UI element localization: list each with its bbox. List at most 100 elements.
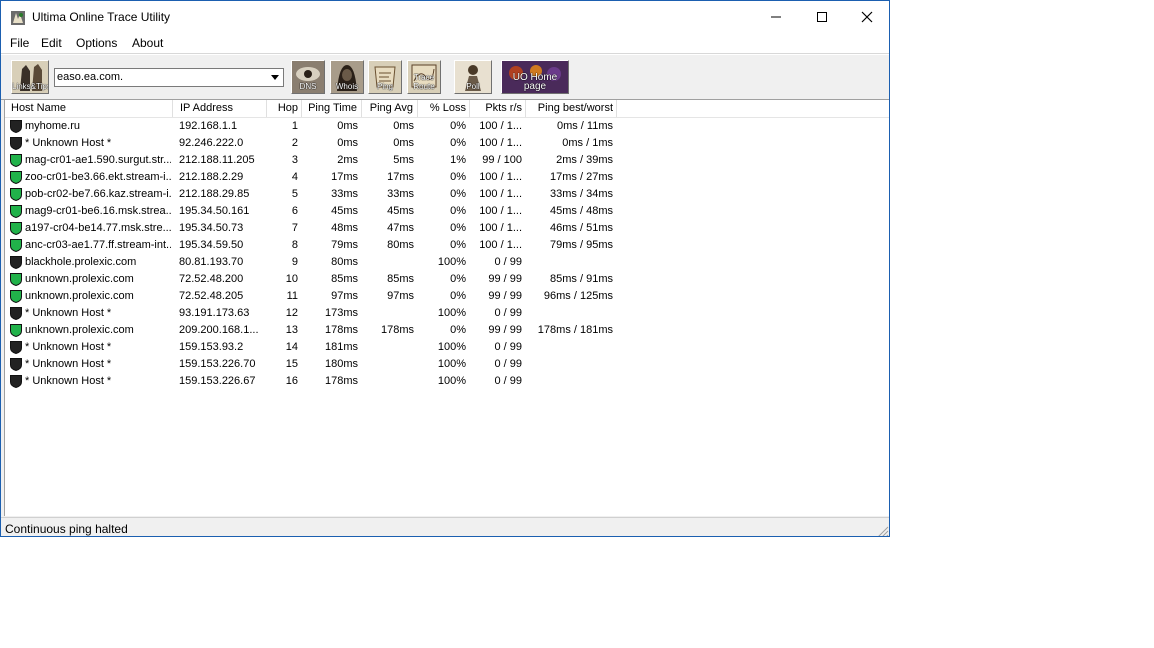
- cell-ip-address: 159.153.226.70: [179, 358, 256, 370]
- cell-hop: 1: [291, 120, 298, 132]
- cell-hop: 6: [291, 205, 298, 217]
- cell-hop: 16: [285, 375, 298, 387]
- cell-ip-address: 195.34.50.161: [179, 205, 250, 217]
- cell-ip-address: 93.191.173.63: [179, 307, 250, 319]
- cell-pkts: 0 / 99: [494, 307, 522, 319]
- column-pkts[interactable]: Pkts r/s: [470, 100, 526, 117]
- poll-caption: Poll: [466, 82, 480, 91]
- cell-pkts: 99 / 99: [488, 290, 522, 302]
- cell-ping-best-worst: 0ms / 11ms: [556, 120, 613, 132]
- column-ip-address[interactable]: IP Address: [173, 100, 267, 117]
- poll-button[interactable]: Poll: [454, 60, 492, 94]
- menu-about[interactable]: About: [132, 36, 163, 50]
- cell-ping-avg: 33ms: [387, 188, 414, 200]
- cell-ip-address: 195.34.59.50: [179, 239, 244, 251]
- table-row[interactable]: mag9-cr01-be6.16.msk.strea... 195.34.50.1…: [5, 203, 625, 220]
- close-button[interactable]: [844, 1, 889, 33]
- cell-ping-time: 33ms: [331, 188, 358, 200]
- cell-ip-address: 80.81.193.70: [179, 256, 244, 268]
- cell-host-name: unknown.prolexic.com: [25, 273, 134, 285]
- cell-pkts: 100 / 1...: [479, 171, 522, 183]
- cell-ping-avg: [362, 356, 414, 373]
- menu-edit[interactable]: Edit: [41, 36, 62, 50]
- status-text: Continuous ping halted: [5, 522, 128, 536]
- cell-loss: 100%: [437, 307, 466, 319]
- table-row[interactable]: * Unknown Host * 159.153.226.67 16 178ms 100…: [5, 373, 625, 390]
- table-row[interactable]: mag-cr01-ae1.590.surgut.str... 212.188.11…: [5, 152, 625, 169]
- column-loss[interactable]: % Loss: [418, 100, 470, 117]
- cell-ip-address: 212.188.29.85: [179, 188, 250, 200]
- maximize-button[interactable]: [799, 1, 845, 33]
- trace-table[interactable]: Host Name IP Address Hop Ping Time Ping …: [4, 99, 889, 516]
- column-hop[interactable]: Hop: [267, 100, 302, 117]
- cell-pkts: 100 / 1...: [479, 137, 522, 149]
- dns-button[interactable]: DNS: [291, 60, 325, 94]
- cell-pkts: 99 / 99: [488, 273, 522, 285]
- cell-ip-address: 195.34.50.73: [179, 222, 244, 234]
- cell-pkts: 100 / 1...: [479, 188, 522, 200]
- chevron-down-icon[interactable]: [267, 70, 282, 85]
- whois-button[interactable]: Whois: [330, 60, 364, 94]
- column-ping-best-worst[interactable]: Ping best/worst: [526, 100, 617, 117]
- cell-pkts: 0 / 99: [494, 256, 522, 268]
- host-combobox[interactable]: easo.ea.com.: [54, 68, 284, 87]
- window-title: Ultima Online Trace Utility: [32, 10, 171, 24]
- cell-ping-time: 48ms: [331, 222, 358, 234]
- table-row[interactable]: * Unknown Host * 159.153.93.2 14 181ms 100% 0…: [5, 339, 625, 356]
- cell-ip-address: 209.200.168.1...: [179, 324, 259, 336]
- cell-hop: 13: [285, 324, 298, 336]
- cell-ping-best-worst: 79ms / 95ms: [550, 239, 613, 251]
- cell-host-name: unknown.prolexic.com: [25, 324, 134, 336]
- uo-home-page-button[interactable]: UO Home page: [501, 60, 569, 94]
- menu-file[interactable]: File: [10, 36, 29, 50]
- column-ping-avg[interactable]: Ping Avg: [362, 100, 418, 117]
- table-row[interactable]: anc-cr03-ae1.77.ff.stream-int... 195.34.5…: [5, 237, 625, 254]
- cell-ping-avg: 5ms: [393, 154, 414, 166]
- cell-ping-avg: 47ms: [387, 222, 414, 234]
- table-row[interactable]: a197-cr04-be14.77.msk.stre... 195.34.50.7…: [5, 220, 625, 237]
- cell-ping-time: 85ms: [331, 273, 358, 285]
- column-ping-time[interactable]: Ping Time: [302, 100, 362, 117]
- table-row[interactable]: myhome.ru 192.168.1.1 1 0ms 0ms 0% 100 / 1... 0…: [5, 118, 625, 135]
- table-row[interactable]: * Unknown Host * 93.191.173.63 12 173ms 100%…: [5, 305, 625, 322]
- ping-button[interactable]: Ping: [368, 60, 402, 94]
- cell-ping-avg: 178ms: [380, 324, 414, 336]
- cell-ip-address: 159.153.226.67: [179, 375, 256, 387]
- table-row[interactable]: unknown.prolexic.com 209.200.168.1... 13 17…: [5, 322, 625, 339]
- resize-grip-icon[interactable]: [875, 524, 889, 537]
- table-row[interactable]: zoo-cr01-be3.66.ekt.stream-i... 212.188.2…: [5, 169, 625, 186]
- table-row[interactable]: * Unknown Host * 159.153.226.70 15 180ms 100…: [5, 356, 625, 373]
- cell-host-name: * Unknown Host *: [25, 375, 112, 387]
- cell-host-name: unknown.prolexic.com: [25, 290, 134, 302]
- green-shield-icon: [10, 222, 22, 235]
- menu-options[interactable]: Options: [76, 36, 117, 50]
- cell-loss: 0%: [450, 239, 466, 251]
- table-row[interactable]: unknown.prolexic.com 72.52.48.205 11 97ms 97…: [5, 288, 625, 305]
- cell-pkts: 100 / 1...: [479, 205, 522, 217]
- table-header: Host Name IP Address Hop Ping Time Ping …: [5, 100, 889, 118]
- cell-loss: 0%: [450, 171, 466, 183]
- cell-loss: 0%: [450, 324, 466, 336]
- cell-ping-time: 180ms: [324, 358, 358, 370]
- black-shield-icon: [10, 137, 22, 150]
- green-shield-icon: [10, 205, 22, 218]
- title-bar[interactable]: Ultima Online Trace Utility: [1, 1, 889, 33]
- cell-ping-best-worst: 33ms / 34ms: [550, 188, 613, 200]
- table-row[interactable]: unknown.prolexic.com 72.52.48.200 10 85ms 85…: [5, 271, 625, 288]
- table-row[interactable]: * Unknown Host * 92.246.222.0 2 0ms 0ms 0% 100…: [5, 135, 625, 152]
- cell-ping-time: 79ms: [331, 239, 358, 251]
- trace-route-button[interactable]: Trace Route: [407, 60, 441, 94]
- table-row[interactable]: blackhole.prolexic.com 80.81.193.70 9 80ms 1…: [5, 254, 625, 271]
- ping-caption: Ping: [376, 82, 393, 91]
- cell-pkts: 100 / 1...: [479, 239, 522, 251]
- cell-ping-avg: 97ms: [387, 290, 414, 302]
- cell-loss: 100%: [437, 256, 466, 268]
- table-row[interactable]: pob-cr02-be7.66.kaz.stream-i... 212.188.2…: [5, 186, 625, 203]
- cell-hop: 8: [291, 239, 298, 251]
- host-combobox-value: easo.ea.com.: [57, 71, 124, 83]
- cell-ping-avg: 0ms: [393, 120, 414, 132]
- links-button[interactable]: Links&Tips: [11, 60, 49, 94]
- green-shield-icon: [10, 154, 22, 167]
- minimize-button[interactable]: [753, 1, 799, 33]
- column-host-name[interactable]: Host Name: [5, 100, 173, 117]
